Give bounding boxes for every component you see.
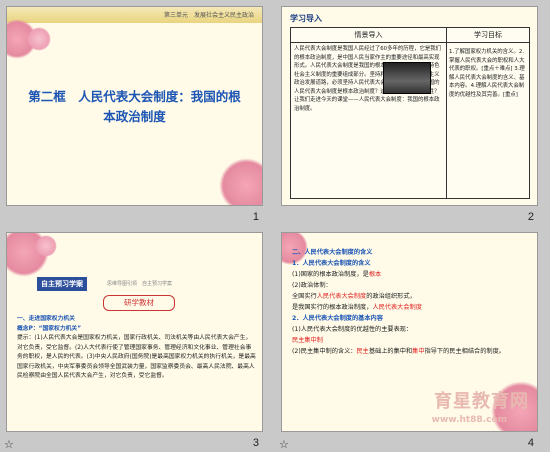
flower-decoration xyxy=(35,235,57,257)
slide-canvas: 第三单元 发展社会主义民主政治 第二框 人民代表大会制度：我国的根 本政治制度 xyxy=(6,6,263,206)
slide-thumbnail-4[interactable]: 二、人民代表大会制度的含义 1．人民代表大会制度的含义 (1)国家的根本政治制度… xyxy=(275,226,550,452)
body-line: 民主集中制 xyxy=(292,335,532,346)
highlight-text: 根本 xyxy=(368,271,382,278)
highlight-text: 人民代表大会制度 xyxy=(316,293,367,300)
highlight-text: 集中 xyxy=(412,348,425,355)
table-header-right: 学习目标 xyxy=(446,28,530,43)
body-text: (2)民主集中制的含义： xyxy=(292,348,357,355)
body-text: 指导下的民主相结合的制度。 xyxy=(424,348,505,355)
slide-thumbnail-3[interactable]: 自主预习学案 思维导图引领 自主预习学案 研学教材 一、走进国家权力机关 概念P… xyxy=(0,226,275,452)
slide-number: 4 xyxy=(527,437,534,449)
section-tag: 自主预习学案 xyxy=(37,277,87,291)
star-icon: ☆ xyxy=(279,438,289,451)
body-line: (2)民主集中制的含义：民主基础上的集中和集中指导下的民主相结合的制度。 xyxy=(292,346,532,357)
section-title: 学习导入 xyxy=(290,14,322,23)
body-text: 全国实行 xyxy=(292,293,317,300)
heading-1: 一、走进国家权力机关 xyxy=(17,316,75,322)
slide-header-text: 第三单元 发展社会主义民主政治 xyxy=(163,12,254,19)
heading-1: 二、人民代表大会制度的含义 xyxy=(292,249,373,256)
slide-thumbnail-1[interactable]: 第三单元 发展社会主义民主政治 第二框 人民代表大会制度：我国的根 本政治制度 … xyxy=(0,0,275,226)
title-line-2: 本政治制度 xyxy=(103,109,166,124)
slide-title: 第二框 人民代表大会制度：我国的根 本政治制度 xyxy=(17,87,252,127)
body-line: 全国实行人民代表大会制度的政治组织形式， xyxy=(292,291,532,302)
body-text: 的政治组织形式， xyxy=(366,293,416,300)
flower-decoration xyxy=(27,27,51,51)
body-text: 基础上的集中和 xyxy=(368,348,413,355)
objectives-text: 1.了解国家权力机关的含义。2.掌握人民代表大会的职权和人大代表的职权。[重点＋… xyxy=(449,49,525,98)
slide-canvas: 学习导入 情景导入 学习目标 人民代表大会制度是我国人民经过了60多年的历程，它… xyxy=(281,6,538,206)
slide-sorter-grid: 第三单元 发展社会主义民主政治 第二框 人民代表大会制度：我国的根 本政治制度 … xyxy=(0,0,550,452)
body-text: 提示：(1)人民代表大会是国家权力机关，国家行政机关、司法机关等由人民代表大会产… xyxy=(17,335,256,379)
slide-number: 1 xyxy=(252,211,259,223)
star-icon: ☆ xyxy=(4,438,14,451)
body-line: (1)人民代表大会制度的优越性的主要表现： xyxy=(292,324,532,335)
slide-canvas: 二、人民代表大会制度的含义 1．人民代表大会制度的含义 (1)国家的根本政治制度… xyxy=(281,232,538,432)
slide-number: 3 xyxy=(252,437,259,449)
sub-heading-2: 2．人民代表大会制度的基本内容 xyxy=(292,315,383,322)
intro-table: 情景导入 学习目标 人民代表大会制度是我国人民经过了60多年的历程，它是我们的根… xyxy=(290,27,530,199)
body-text: 是我国实行的根本政治制度， xyxy=(292,304,373,311)
scenario-photo xyxy=(383,62,431,94)
slide-number: 2 xyxy=(527,211,534,223)
highlight-text: 民主集中制 xyxy=(292,337,323,344)
slide-thumbnail-2[interactable]: 学习导入 情景导入 学习目标 人民代表大会制度是我国人民经过了60多年的历程，它… xyxy=(275,0,550,226)
heading-2: 概念P：“国家权力机关” xyxy=(17,325,82,332)
body-text: (1)人民代表大会制度的优越性的主要表现： xyxy=(292,326,413,333)
slide-body: 一、走进国家权力机关 概念P：“国家权力机关” 提示：(1)人民代表大会是国家权… xyxy=(17,315,257,382)
slide-body: 二、人民代表大会制度的含义 1．人民代表大会制度的含义 (1)国家的根本政治制度… xyxy=(292,247,532,357)
slide-canvas: 自主预习学案 思维导图引领 自主预习学案 研学教材 一、走进国家权力机关 概念P… xyxy=(6,232,263,432)
flower-decoration xyxy=(219,158,262,205)
watermark-logo: 育星教育网 xyxy=(434,391,529,412)
highlight-text: 民主 xyxy=(356,348,369,355)
sub-heading-1: 1．人民代表大会制度的含义 xyxy=(292,260,371,267)
body-text: (1)国家的根本政治制度，是 xyxy=(292,271,369,278)
body-line: (1)国家的根本政治制度，是根本 xyxy=(292,269,532,280)
body-line: (2)政治体制： xyxy=(292,282,332,289)
section-tagline: 思维导图引领 自主预习学案 xyxy=(107,281,173,287)
watermark-url: www.ht88.com xyxy=(431,415,507,425)
table-divider xyxy=(446,42,447,198)
section-banner: 研学教材 xyxy=(103,295,175,311)
title-line-1: 第二框 人民代表大会制度：我国的根 xyxy=(28,89,241,104)
highlight-text: 人民代表大会制度 xyxy=(372,304,422,311)
table-header-left: 情景导入 xyxy=(291,28,447,43)
body-line: 是我国实行的根本政治制度，人民代表大会制度 xyxy=(292,302,532,313)
